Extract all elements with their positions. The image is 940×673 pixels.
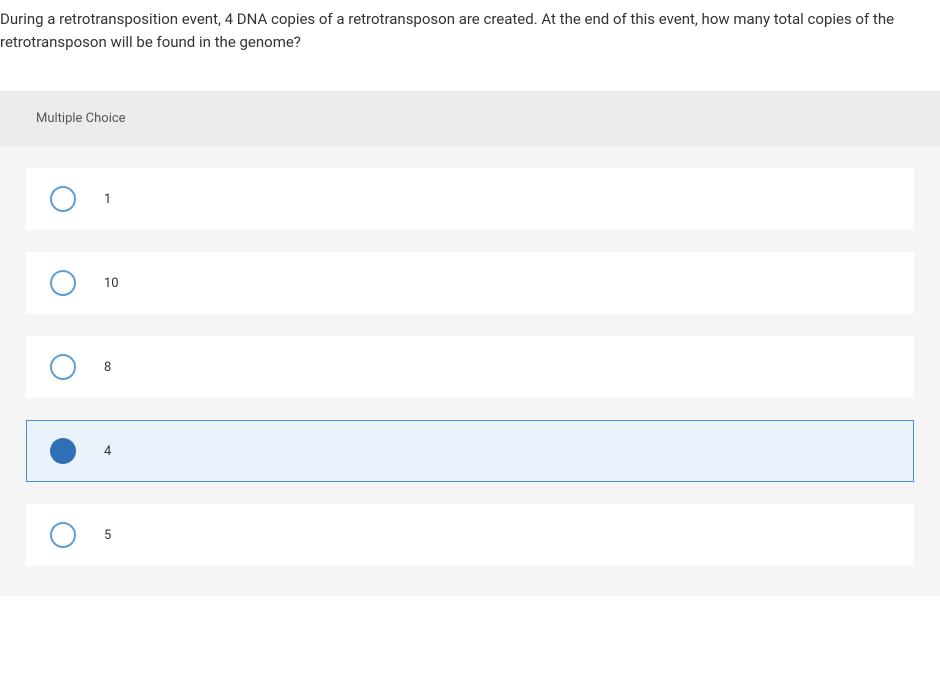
option-8[interactable]: 8: [26, 336, 914, 398]
option-label: 4: [104, 444, 111, 459]
question-text: During a retrotransposition event, 4 DNA…: [0, 0, 940, 61]
option-label: 8: [104, 360, 111, 375]
option-label: 1: [104, 192, 111, 207]
quiz-container: Multiple Choice 1 10 8 4 5: [0, 91, 940, 596]
options-area: 1 10 8 4 5: [0, 146, 940, 596]
option-4[interactable]: 4: [26, 420, 914, 482]
radio-icon-selected: [50, 438, 76, 464]
radio-icon: [50, 522, 76, 548]
radio-icon: [50, 354, 76, 380]
quiz-header: Multiple Choice: [0, 91, 940, 146]
option-label: 10: [104, 276, 119, 291]
option-1[interactable]: 1: [26, 168, 914, 230]
radio-icon: [50, 186, 76, 212]
option-5[interactable]: 5: [26, 504, 914, 566]
option-label: 5: [104, 528, 111, 543]
option-10[interactable]: 10: [26, 252, 914, 314]
radio-icon: [50, 270, 76, 296]
